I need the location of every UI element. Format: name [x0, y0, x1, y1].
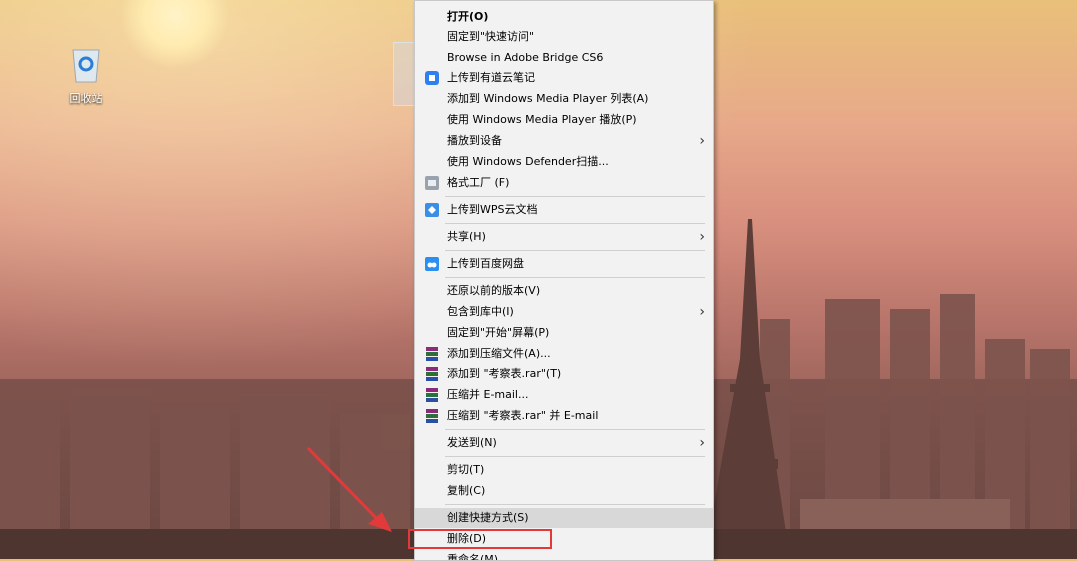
- pointer-arrow-annotation: [306, 446, 392, 532]
